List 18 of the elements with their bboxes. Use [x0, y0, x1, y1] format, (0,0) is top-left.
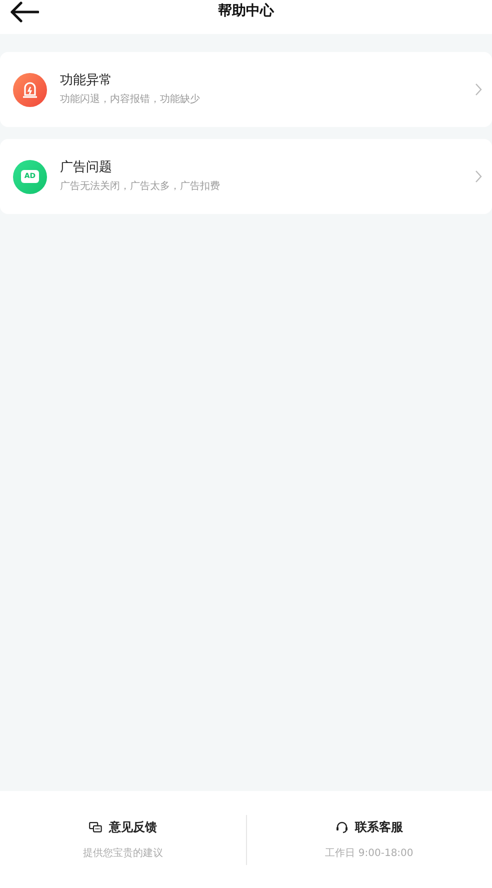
action-subtitle: 工作日 9:00-18:00 — [325, 847, 414, 861]
page-title: 帮助中心 — [218, 2, 274, 20]
help-topic-card[interactable]: 功能异常 功能闪退，内容报错，功能缺少 — [0, 52, 492, 127]
action-title: 联系客服 — [354, 819, 403, 836]
chevron-right-icon — [475, 83, 482, 96]
action-subtitle: 提供您宝贵的建议 — [82, 846, 163, 861]
topic-description: 广告无法关闭，广告太多，广告扣费 — [60, 180, 221, 194]
footer-action[interactable]: 联系客服 工作日 9:00-18:00 — [246, 818, 492, 861]
footer-action[interactable]: 意见反馈 提供您宝贵的建议 — [0, 818, 246, 861]
chevron-right-icon — [475, 170, 482, 183]
action-title: 意见反馈 — [108, 819, 157, 836]
alarm-icon — [13, 72, 47, 106]
topic-title: 功能异常 — [60, 72, 113, 90]
back-arrow-icon — [9, 1, 39, 23]
chat-icon — [88, 822, 102, 832]
headset-icon — [336, 820, 348, 834]
topic-title: 广告问题 — [60, 159, 113, 177]
topic-description: 功能闪退，内容报错，功能缺少 — [60, 93, 201, 107]
